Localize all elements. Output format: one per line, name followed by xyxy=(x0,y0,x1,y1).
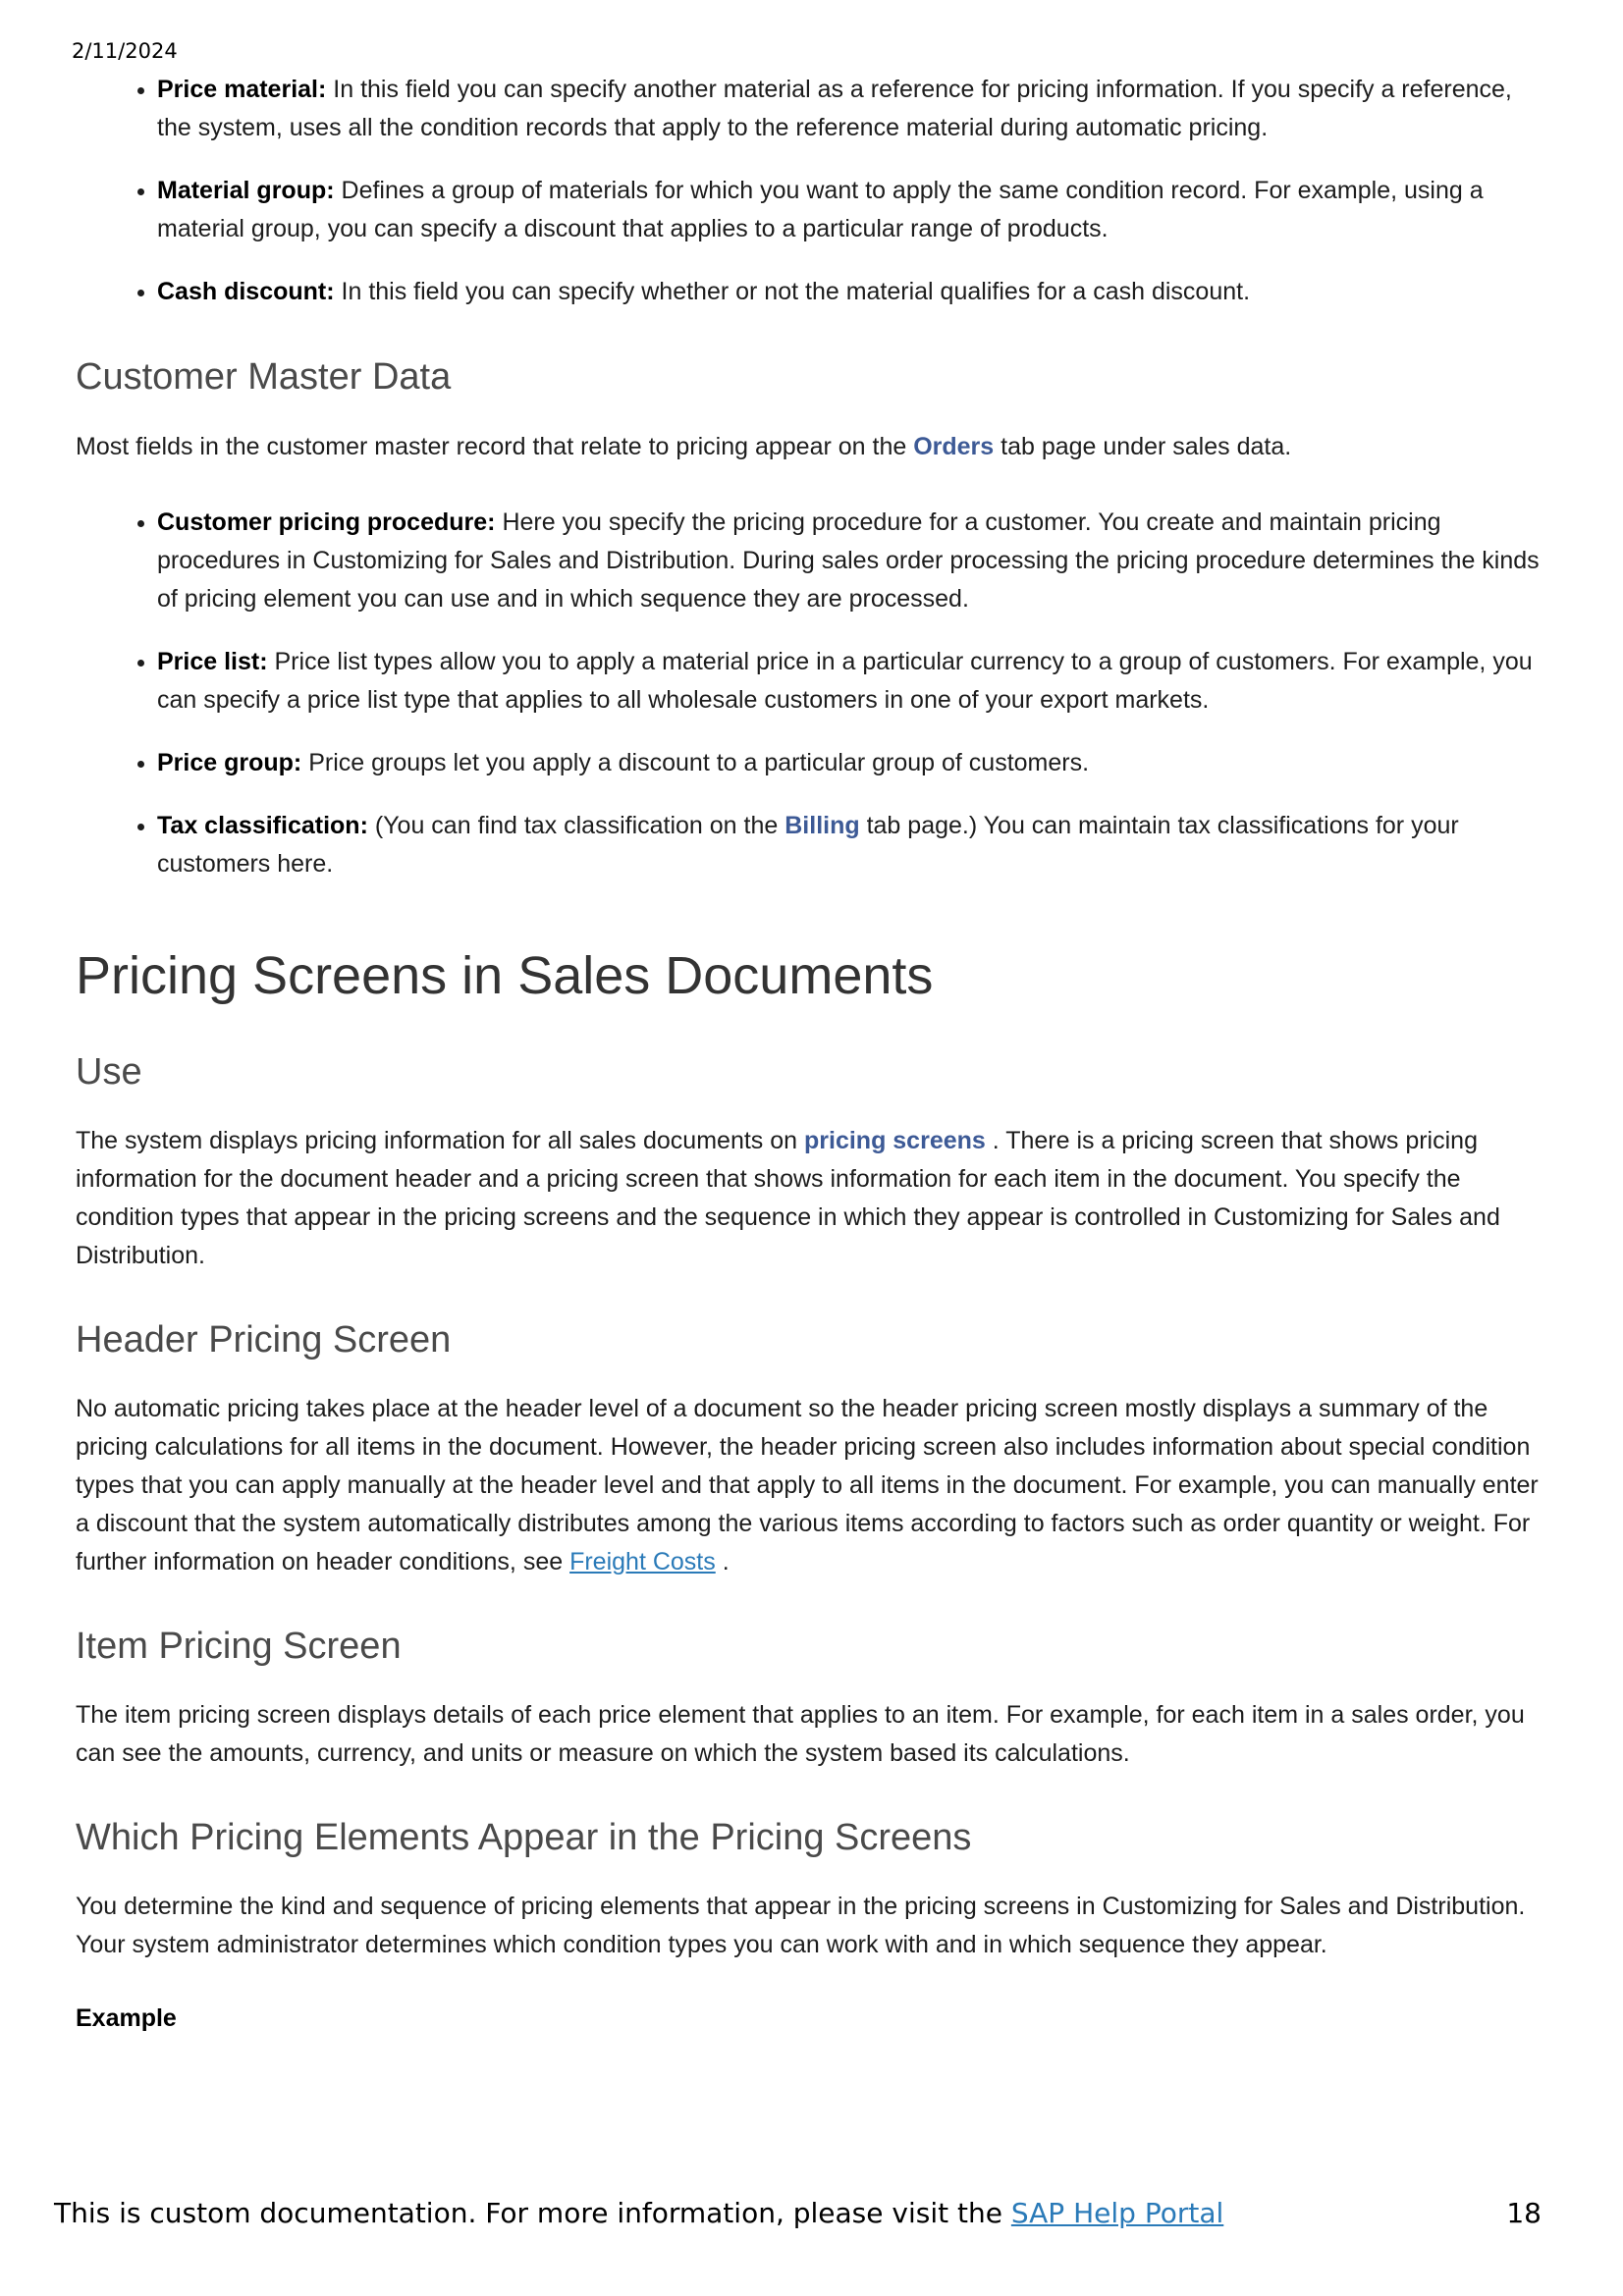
page-footer: This is custom documentation. For more i… xyxy=(54,2197,1542,2229)
list-item: Price group: Price groups let you apply … xyxy=(157,744,1543,782)
description: (You can find tax classification on the xyxy=(367,812,785,839)
print-date: 2/11/2024 xyxy=(72,39,178,63)
intro-text: Most fields in the customer master recor… xyxy=(76,433,914,460)
item-pricing-paragraph: The item pricing screen displays details… xyxy=(76,1701,1525,1767)
term: Cash discount: xyxy=(157,278,335,305)
page-number: 18 xyxy=(1506,2197,1542,2229)
term: Price material: xyxy=(157,76,327,103)
list-item: Price list: Price list types allow you t… xyxy=(157,643,1543,720)
sap-help-portal-link[interactable]: SAP Help Portal xyxy=(1011,2197,1223,2229)
description: In this field you can specify another ma… xyxy=(157,76,1512,141)
list-item: Material group: Defines a group of mater… xyxy=(157,172,1543,248)
page-title: Pricing Screens in Sales Documents xyxy=(76,946,934,1005)
section-heading-item-pricing: Item Pricing Screen xyxy=(76,1626,402,1667)
description: Defines a group of materials for which y… xyxy=(157,177,1484,242)
orders-tab-link[interactable]: Orders xyxy=(913,433,994,460)
list-item: Customer pricing procedure: Here you spe… xyxy=(157,504,1543,618)
paragraph-text: No automatic pricing takes place at the … xyxy=(76,1395,1539,1575)
document-body: Price material: In this field you can sp… xyxy=(76,71,1543,2038)
header-pricing-paragraph: No automatic pricing takes place at the … xyxy=(76,1390,1543,1581)
list-item: Price material: In this field you can sp… xyxy=(157,71,1543,147)
description: Price list types allow you to apply a ma… xyxy=(157,648,1533,714)
pricing-elements-paragraph: You determine the kind and sequence of p… xyxy=(76,1893,1526,1958)
customer-master-intro: Most fields in the customer master recor… xyxy=(76,428,1543,466)
list-item: Cash discount: In this field you can spe… xyxy=(157,273,1543,311)
pricing-screens-link[interactable]: pricing screens xyxy=(804,1127,986,1154)
section-heading-header-pricing: Header Pricing Screen xyxy=(76,1319,452,1361)
description: In this field you can specify whether or… xyxy=(334,278,1251,305)
term: Price list: xyxy=(157,648,268,675)
list-item: Tax classification: (You can find tax cl… xyxy=(157,807,1543,883)
billing-tab-link[interactable]: Billing xyxy=(784,812,859,839)
freight-costs-link[interactable]: Freight Costs xyxy=(569,1548,716,1575)
intro-text: tab page under sales data. xyxy=(994,433,1292,460)
term: Price group: xyxy=(157,749,302,776)
section-heading-use: Use xyxy=(76,1051,142,1093)
term: Customer pricing procedure: xyxy=(157,508,496,536)
term: Material group: xyxy=(157,177,335,204)
description: Price groups let you apply a discount to… xyxy=(301,749,1090,776)
example-label: Example xyxy=(76,2004,177,2032)
footer-text: This is custom documentation. For more i… xyxy=(54,2197,1011,2229)
section-heading-pricing-elements: Which Pricing Elements Appear in the Pri… xyxy=(76,1817,972,1858)
customer-fields-list: Customer pricing procedure: Here you spe… xyxy=(76,504,1543,883)
paragraph-text: The system displays pricing information … xyxy=(76,1127,804,1154)
material-fields-list: Price material: In this field you can sp… xyxy=(76,71,1543,311)
term: Tax classification: xyxy=(157,812,368,839)
section-heading-customer-master: Customer Master Data xyxy=(76,356,452,398)
use-paragraph: The system displays pricing information … xyxy=(76,1122,1543,1275)
paragraph-text: . xyxy=(715,1548,730,1575)
